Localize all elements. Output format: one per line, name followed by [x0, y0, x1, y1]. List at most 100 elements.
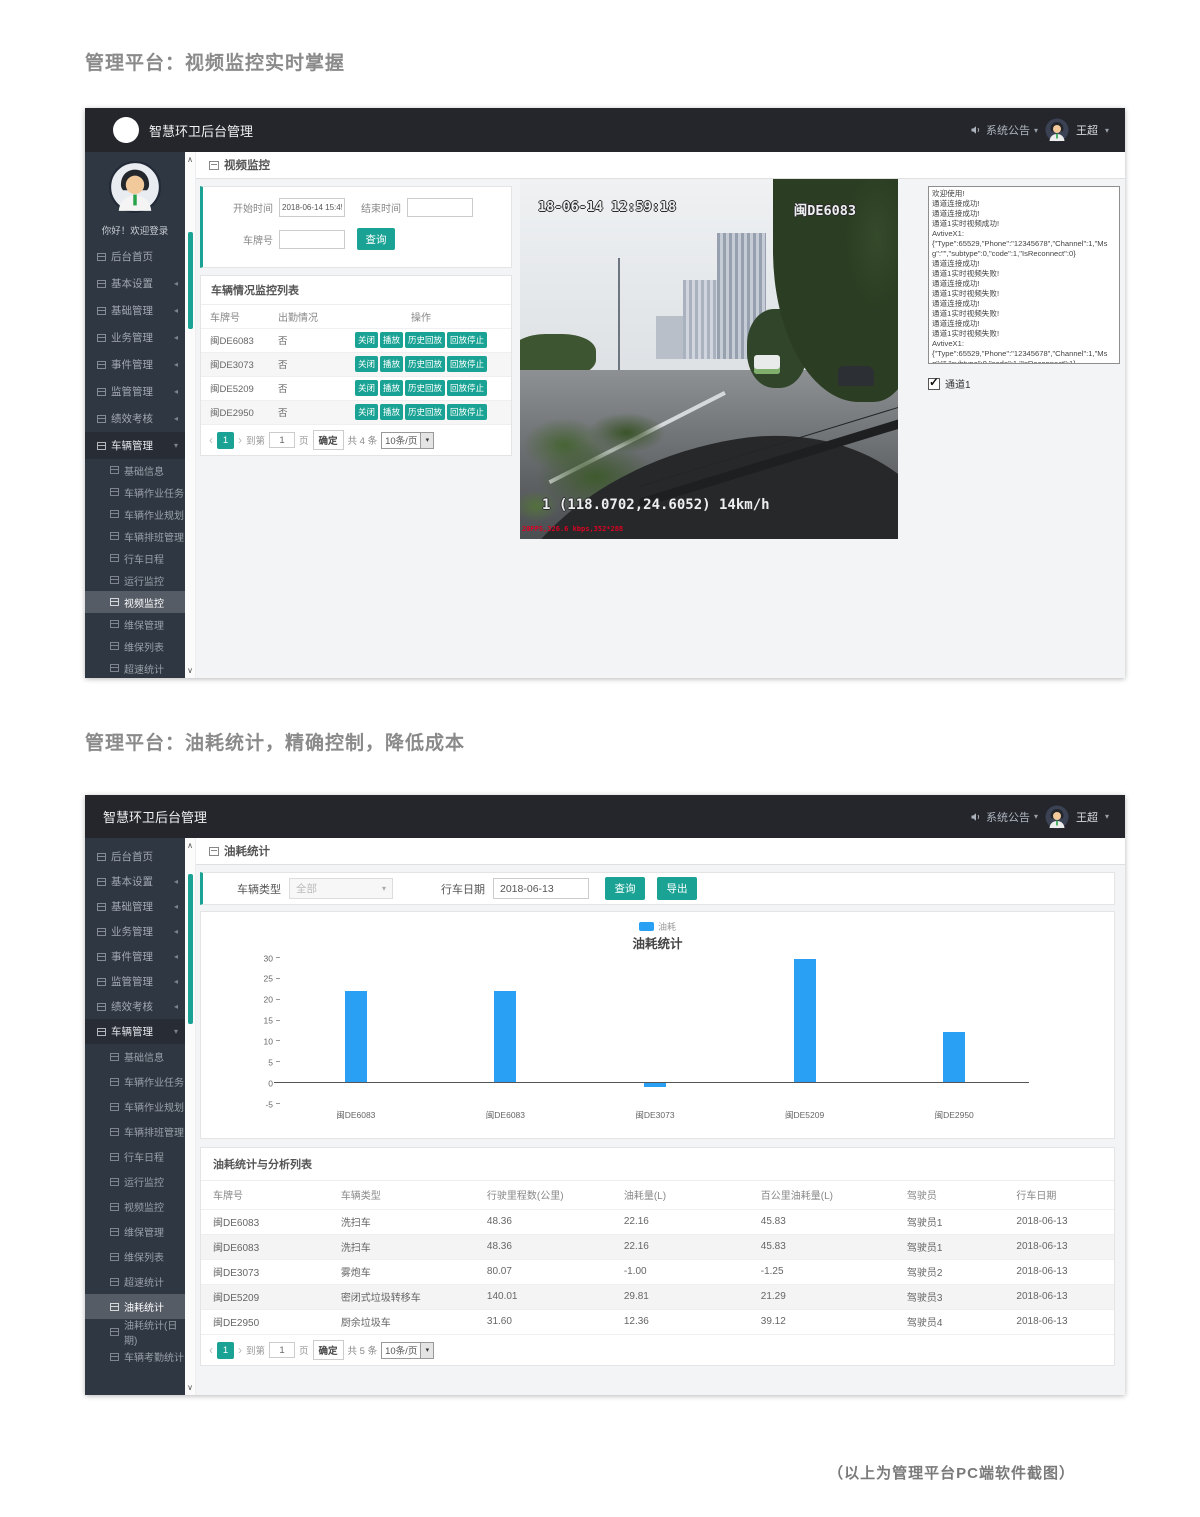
- username[interactable]: 王超: [1076, 809, 1098, 825]
- sidebar-item-vehicle-mgmt[interactable]: 车辆管理▾: [85, 432, 185, 459]
- sidebar-item-business-mgmt[interactable]: 业务管理◂: [85, 919, 185, 944]
- sidebar-item-maintenance-list[interactable]: 维保列表: [85, 635, 185, 657]
- plate-input[interactable]: [279, 230, 345, 249]
- page-input[interactable]: [269, 432, 295, 448]
- system-announcement[interactable]: 系统公告 ▾: [970, 809, 1038, 825]
- play-button[interactable]: 播放: [380, 332, 403, 348]
- sidebar-item-fuel-stats[interactable]: 油耗统计: [85, 1294, 185, 1319]
- sidebar-item-shift-mgmt[interactable]: 车辆排班管理: [85, 1119, 185, 1144]
- confirm-button[interactable]: 确定: [313, 430, 344, 450]
- sidebar-item-fuel-stats-by-date[interactable]: 油耗统计(日期): [85, 1319, 185, 1344]
- tab-fuel-stats[interactable]: 油耗统计: [185, 838, 1125, 865]
- stop-playback-button[interactable]: 回放停止: [447, 356, 487, 372]
- export-button[interactable]: 导出: [657, 877, 697, 900]
- scrollbar-thumb[interactable]: [188, 874, 193, 1024]
- scrollbar-thumb[interactable]: [188, 232, 193, 329]
- next-page-icon[interactable]: ›: [238, 434, 242, 446]
- chevron-up-icon[interactable]: ∧: [185, 841, 195, 850]
- per-page-select[interactable]: 10条/页▾: [381, 432, 434, 449]
- sidebar-item-maintenance-mgmt[interactable]: 维保管理: [85, 613, 185, 635]
- close-button[interactable]: 关闭: [355, 356, 378, 372]
- sidebar-item-run-monitor[interactable]: 运行监控: [85, 1169, 185, 1194]
- channel-checkbox[interactable]: ✓: [928, 378, 940, 390]
- current-page[interactable]: 1: [217, 432, 234, 449]
- panel-icon: [209, 847, 219, 856]
- chart-legend[interactable]: 油耗: [201, 920, 1114, 933]
- close-button[interactable]: 关闭: [355, 404, 378, 420]
- play-button[interactable]: 播放: [380, 356, 403, 372]
- history-playback-button[interactable]: 历史回放: [405, 332, 445, 348]
- sidebar-item-vehicle-attendance[interactable]: 车辆考勤统计: [85, 1344, 185, 1369]
- system-announcement[interactable]: 系统公告 ▾: [970, 122, 1038, 138]
- sidebar-item-base-mgmt[interactable]: 基础管理◂: [85, 297, 185, 324]
- user-avatar[interactable]: [1045, 805, 1069, 829]
- sidebar-item-shift-mgmt[interactable]: 车辆排班管理: [85, 525, 185, 547]
- sidebar-item-vehicle-plan[interactable]: 车辆作业规划: [85, 1094, 185, 1119]
- chevron-down-icon[interactable]: ∨: [185, 1383, 195, 1392]
- sidebar-item-basic-settings[interactable]: 基本设置◂: [85, 869, 185, 894]
- sidebar-item-overspeed-stats[interactable]: 超速统计: [85, 1269, 185, 1294]
- sidebar-item-video-monitor[interactable]: 视频监控: [85, 1194, 185, 1219]
- search-button[interactable]: 查询: [357, 228, 395, 250]
- sidebar-item-business-mgmt[interactable]: 业务管理◂: [85, 324, 185, 351]
- start-time-input[interactable]: [279, 198, 345, 217]
- sidebar-item-base-mgmt[interactable]: 基础管理◂: [85, 894, 185, 919]
- sidebar-item-run-monitor[interactable]: 运行监控: [85, 569, 185, 591]
- close-button[interactable]: 关闭: [355, 332, 378, 348]
- per-page-select[interactable]: 10条/页▾: [381, 1342, 434, 1359]
- sidebar-item-base-info[interactable]: 基础信息: [85, 459, 185, 481]
- history-playback-button[interactable]: 历史回放: [405, 404, 445, 420]
- col-fuel: 油耗量(L): [612, 1181, 749, 1209]
- vehicle-type-select[interactable]: 全部▾: [289, 878, 393, 899]
- stop-playback-button[interactable]: 回放停止: [447, 332, 487, 348]
- scrollbar[interactable]: ∧ ∨: [185, 838, 196, 1395]
- sidebar-item-vehicle-task[interactable]: 车辆作业任务: [85, 481, 185, 503]
- play-button[interactable]: 播放: [380, 404, 403, 420]
- sidebar-item-base-info[interactable]: 基础信息: [85, 1044, 185, 1069]
- sidebar-item-vehicle-mgmt[interactable]: 车辆管理▾: [85, 1019, 185, 1044]
- stop-playback-button[interactable]: 回放停止: [447, 380, 487, 396]
- sidebar-item-driving-schedule[interactable]: 行车日程: [85, 547, 185, 569]
- caret-down-icon[interactable]: ▾: [1105, 126, 1109, 135]
- scrollbar[interactable]: ∧ ∨: [185, 152, 196, 678]
- history-playback-button[interactable]: 历史回放: [405, 380, 445, 396]
- next-page-icon[interactable]: ›: [238, 1344, 242, 1356]
- page-input[interactable]: [269, 1342, 295, 1358]
- col-plate: 车牌号: [201, 1181, 329, 1209]
- search-button[interactable]: 查询: [605, 877, 645, 900]
- current-page[interactable]: 1: [217, 1342, 234, 1359]
- sidebar-item-performance[interactable]: 绩效考核◂: [85, 994, 185, 1019]
- sidebar-item-driving-schedule[interactable]: 行车日程: [85, 1144, 185, 1169]
- username[interactable]: 王超: [1076, 122, 1098, 138]
- stop-playback-button[interactable]: 回放停止: [447, 404, 487, 420]
- play-button[interactable]: 播放: [380, 380, 403, 396]
- caret-down-icon[interactable]: ▾: [1105, 812, 1109, 821]
- history-playback-button[interactable]: 历史回放: [405, 356, 445, 372]
- sidebar-item-event-mgmt[interactable]: 事件管理◂: [85, 944, 185, 969]
- sidebar-item-vehicle-task[interactable]: 车辆作业任务: [85, 1069, 185, 1094]
- drive-date-input[interactable]: [493, 878, 589, 899]
- sidebar-item-maintenance-list[interactable]: 维保列表: [85, 1244, 185, 1269]
- sidebar-item-video-monitor[interactable]: 视频监控: [85, 591, 185, 613]
- connection-log[interactable]: 欢迎使用! 通道连接成功! 通道连接成功! 通道1实时视频成功! AvtiveX…: [928, 186, 1120, 364]
- prev-page-icon[interactable]: ‹: [209, 434, 213, 446]
- chevron-down-icon[interactable]: ∨: [185, 666, 195, 675]
- sidebar-item-overspeed-stats[interactable]: 超速统计: [85, 657, 185, 678]
- sidebar-item-home[interactable]: 后台首页: [85, 243, 185, 270]
- caret-down-icon: ▾: [1034, 126, 1038, 135]
- user-avatar[interactable]: [1045, 118, 1069, 142]
- sidebar-item-vehicle-plan[interactable]: 车辆作业规划: [85, 503, 185, 525]
- end-time-input[interactable]: [407, 198, 473, 217]
- sidebar-item-supervision[interactable]: 监管管理◂: [85, 378, 185, 405]
- tab-video-monitor[interactable]: 视频监控: [185, 152, 1125, 179]
- sidebar-item-maintenance-mgmt[interactable]: 维保管理: [85, 1219, 185, 1244]
- sidebar-item-basic-settings[interactable]: 基本设置◂: [85, 270, 185, 297]
- close-button[interactable]: 关闭: [355, 380, 378, 396]
- sidebar-item-home[interactable]: 后台首页: [85, 844, 185, 869]
- chevron-up-icon[interactable]: ∧: [185, 155, 195, 164]
- sidebar-item-performance[interactable]: 绩效考核◂: [85, 405, 185, 432]
- confirm-button[interactable]: 确定: [313, 1340, 344, 1360]
- prev-page-icon[interactable]: ‹: [209, 1344, 213, 1356]
- sidebar-item-event-mgmt[interactable]: 事件管理◂: [85, 351, 185, 378]
- sidebar-item-supervision[interactable]: 监管管理◂: [85, 969, 185, 994]
